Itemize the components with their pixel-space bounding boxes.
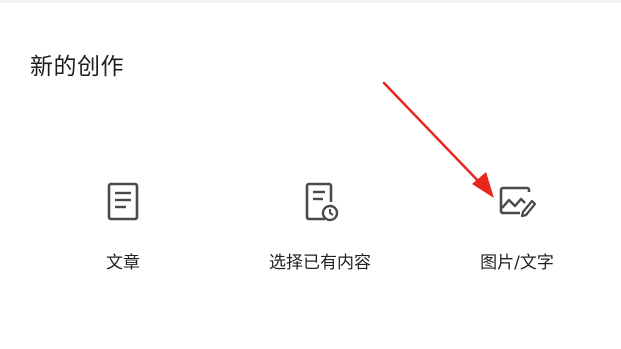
option-image-text-label: 图片/文字 — [480, 253, 554, 273]
option-select-existing-label: 选择已有内容 — [269, 253, 371, 273]
document-icon — [107, 182, 139, 221]
option-article[interactable]: 文章 — [43, 178, 203, 274]
option-image-text[interactable]: 图片/文字 — [437, 178, 597, 274]
document-clock-icon — [305, 182, 339, 222]
option-article-label: 文章 — [106, 253, 140, 273]
option-select-existing[interactable]: 选择已有内容 — [240, 178, 400, 274]
new-creation-panel: 新的创作 文章 选择已有内容 图片/文字 — [0, 0, 621, 349]
image-edit-icon — [499, 186, 537, 218]
page-title: 新的创作 — [30, 54, 124, 80]
top-divider — [0, 0, 621, 3]
creation-options: 文章 选择已有内容 图片/文字 — [0, 178, 621, 298]
